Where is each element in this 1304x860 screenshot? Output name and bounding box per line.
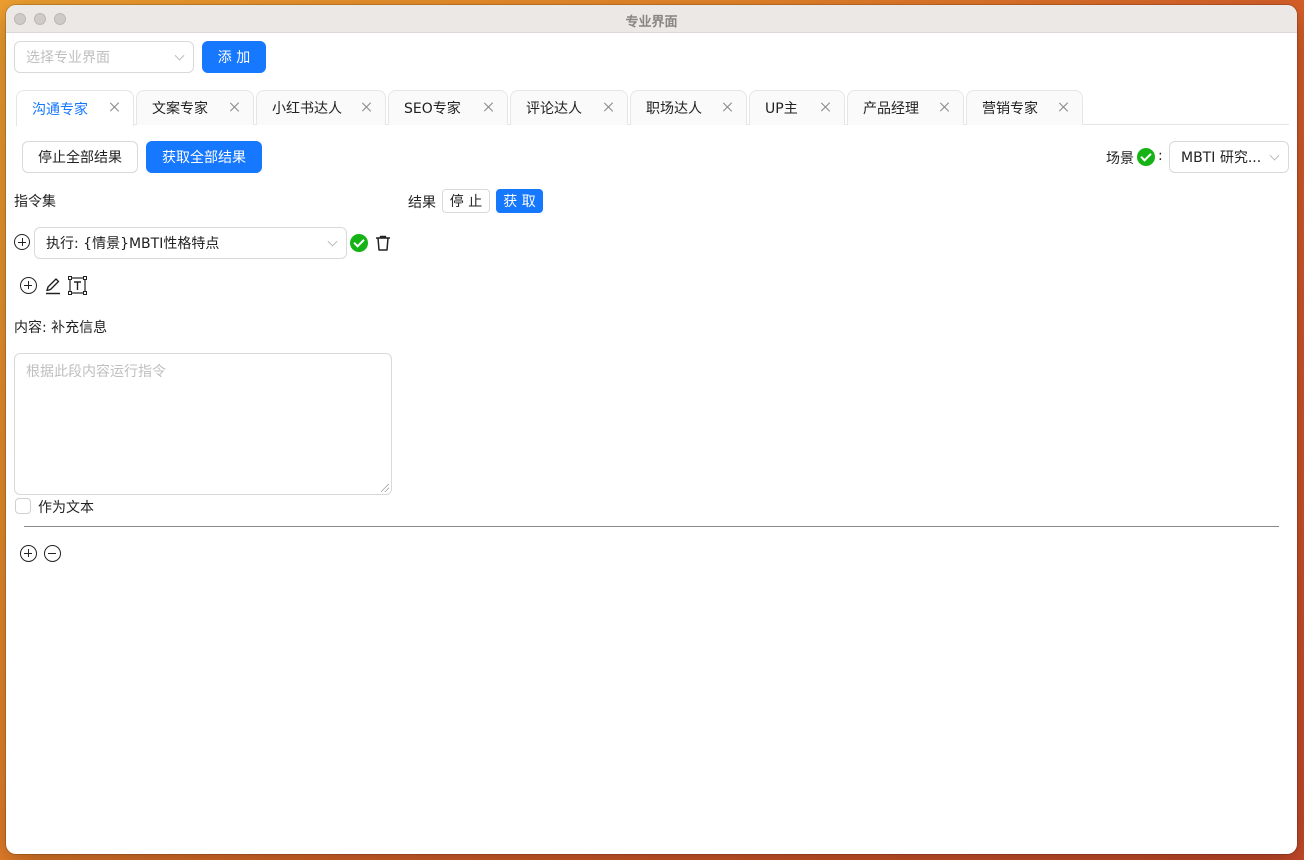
get-result-button[interactable]: 获 取 <box>496 189 543 213</box>
title-bar: 专业界面 <box>6 5 1297 33</box>
profession-select[interactable]: 选择专业界面 <box>14 41 194 73</box>
tab-label: 营销专家 <box>982 101 1038 117</box>
scene-colon: : <box>1158 148 1163 164</box>
check-circle-icon <box>350 234 368 252</box>
results-label: 结果 <box>408 195 436 211</box>
profession-select-placeholder: 选择专业界面 <box>26 50 110 66</box>
tab-label: 沟通专家 <box>32 101 88 118</box>
chevron-down-icon <box>1269 150 1280 161</box>
tab-label: 文案专家 <box>152 101 208 117</box>
command-select[interactable]: 执行: {情景}MBTI性格特点 <box>34 227 347 259</box>
tab-label: UP主 <box>765 101 798 117</box>
text-box-icon[interactable] <box>68 276 87 295</box>
content-label: 内容: 补充信息 <box>14 320 108 336</box>
chevron-down-icon <box>327 236 338 247</box>
tab-xiaohongshu[interactable]: 小红书达人 <box>256 90 386 125</box>
tab-review-expert[interactable]: 评论达人 <box>510 90 628 125</box>
stop-all-results-button[interactable]: 停止全部结果 <box>22 141 138 173</box>
scene-label: 场景 <box>1106 151 1134 167</box>
tab-label: 小红书达人 <box>272 101 342 117</box>
as-text-checkbox[interactable] <box>15 498 31 514</box>
resize-handle[interactable] <box>381 484 389 492</box>
close-icon[interactable] <box>819 100 833 114</box>
tab-label: 产品经理 <box>863 101 919 117</box>
close-icon[interactable] <box>721 100 735 114</box>
edit-icon[interactable] <box>44 277 62 295</box>
tab-copywriting-expert[interactable]: 文案专家 <box>136 90 254 125</box>
close-icon[interactable] <box>1057 100 1071 114</box>
tab-workplace-expert[interactable]: 职场达人 <box>630 90 747 125</box>
close-icon[interactable] <box>938 100 952 114</box>
tab-label: 评论达人 <box>526 101 582 117</box>
chevron-down-icon <box>174 50 185 61</box>
scene-select[interactable]: MBTI 研究... <box>1169 141 1289 173</box>
tab-label: 职场达人 <box>646 101 702 117</box>
check-circle-icon <box>1137 148 1155 166</box>
get-all-results-button[interactable]: 获取全部结果 <box>146 141 262 173</box>
tab-product-manager[interactable]: 产品经理 <box>847 90 964 125</box>
tab-label: SEO专家 <box>404 101 461 117</box>
as-text-label: 作为文本 <box>38 500 94 516</box>
section-divider <box>24 526 1279 527</box>
close-icon[interactable] <box>360 100 374 114</box>
window-title: 专业界面 <box>625 15 678 30</box>
remove-circle-icon[interactable] <box>44 545 61 562</box>
add-button[interactable]: 添 加 <box>202 41 266 73</box>
close-icon[interactable] <box>482 100 496 114</box>
add-circle-icon[interactable] <box>20 545 37 562</box>
content-placeholder: 根据此段内容运行指令 <box>26 364 166 380</box>
close-icon[interactable] <box>228 100 242 114</box>
command-select-value: 执行: {情景}MBTI性格特点 <box>46 236 220 252</box>
tab-marketing-expert[interactable]: 营销专家 <box>966 90 1083 125</box>
scene-select-value: MBTI 研究... <box>1181 150 1262 166</box>
tab-seo-expert[interactable]: SEO专家 <box>388 90 508 125</box>
close-icon[interactable] <box>602 100 616 114</box>
command-set-heading: 指令集 <box>14 194 56 210</box>
close-icon[interactable] <box>108 100 122 114</box>
add-circle-icon[interactable] <box>14 234 30 250</box>
tab-communication-expert[interactable]: 沟通专家 <box>16 90 134 126</box>
add-circle-icon[interactable] <box>20 277 37 294</box>
app-window: 专业界面 选择专业界面 添 加 沟通专家 文案专家 小红书达人 SEO专家 评论… <box>6 5 1297 854</box>
stop-result-button[interactable]: 停 止 <box>442 189 490 213</box>
trash-icon[interactable] <box>374 234 392 252</box>
tab-up-owner[interactable]: UP主 <box>749 90 845 125</box>
content-textarea[interactable]: 根据此段内容运行指令 <box>14 353 392 495</box>
